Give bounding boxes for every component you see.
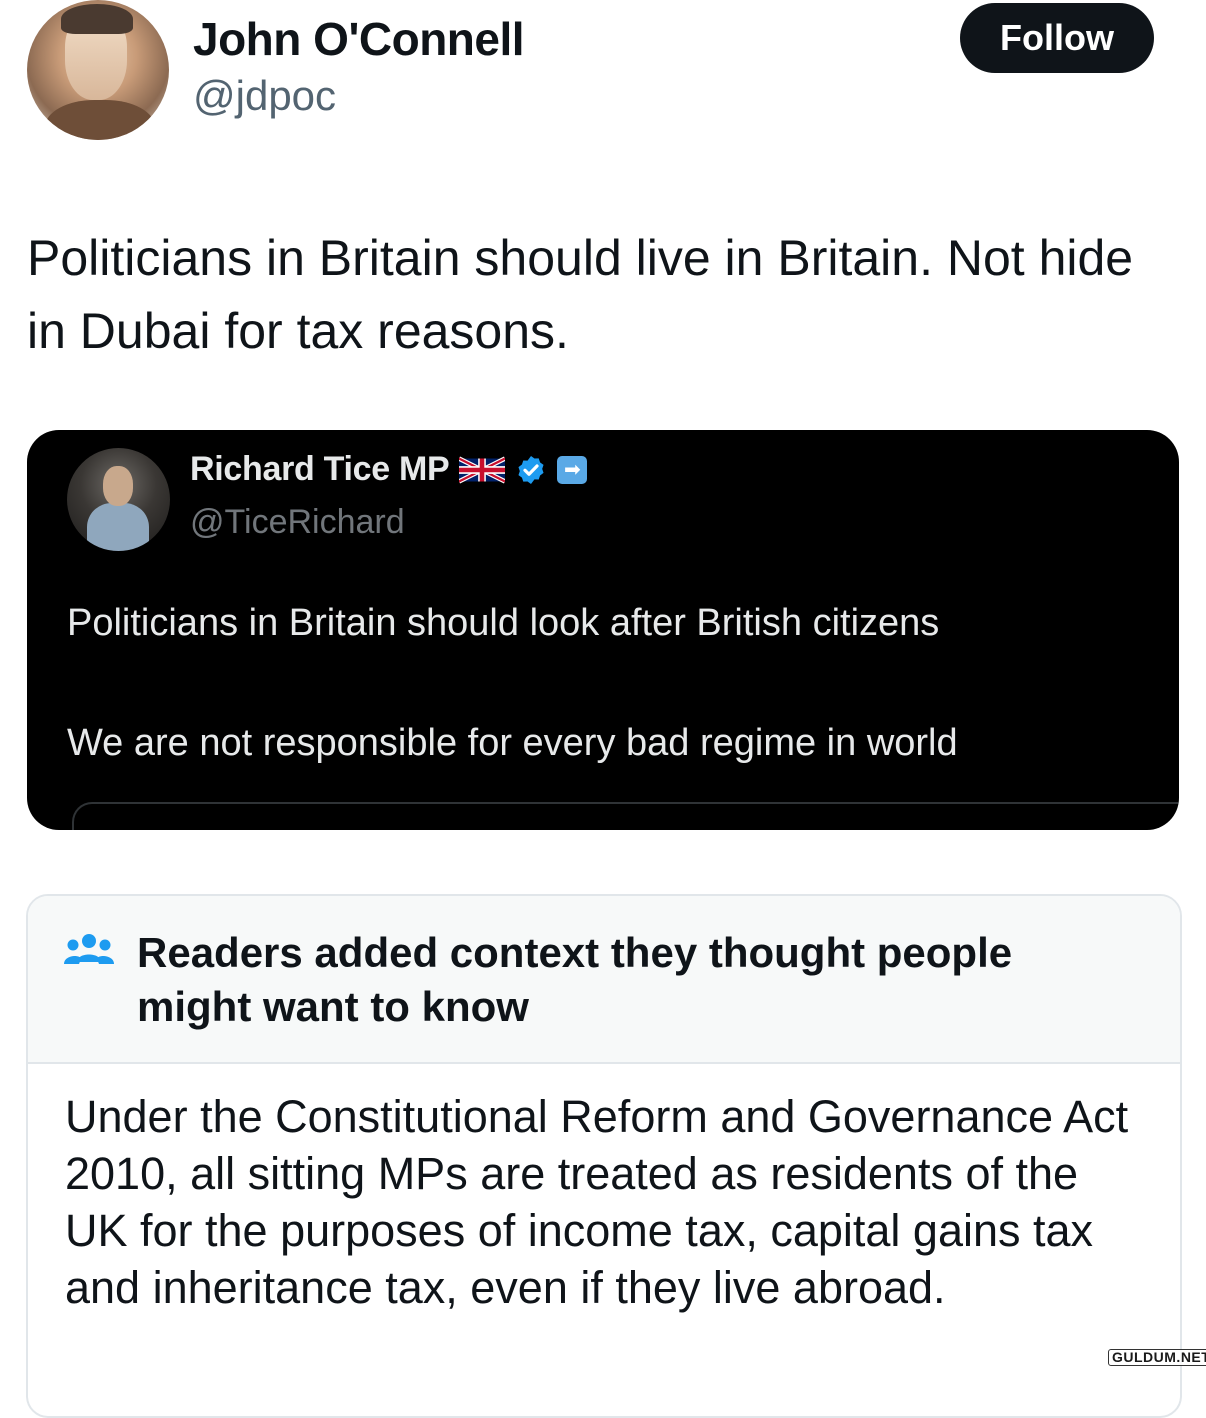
author-name[interactable]: John O'Connell — [193, 12, 525, 66]
community-note-title: Readers added context they thought peopl… — [137, 929, 1013, 1030]
author-handle[interactable]: @jdpoc — [193, 72, 336, 120]
quoted-tweet[interactable]: Richard Tice MP ➡ @TiceRichard Politicia… — [27, 430, 1179, 830]
quoted-avatar-head — [103, 466, 133, 506]
avatar-shirt — [45, 100, 155, 140]
arrow-badge-icon: ➡ — [557, 455, 588, 484]
verified-badge-icon — [518, 455, 544, 484]
uk-flag-icon — [459, 455, 506, 484]
quoted-name-row: Richard Tice MP ➡ — [190, 450, 588, 489]
people-icon — [64, 934, 114, 964]
author-avatar[interactable] — [27, 0, 169, 140]
watermark-logo: GULDUM.NET — [1108, 1349, 1206, 1366]
quoted-nested-card-edge — [72, 802, 1179, 830]
avatar-hair — [61, 4, 133, 34]
quoted-avatar-body — [87, 503, 149, 551]
follow-button[interactable]: Follow — [960, 3, 1154, 73]
community-note-body: Under the Constitutional Reform and Gove… — [65, 1091, 1129, 1313]
community-note: Readers added context they thought peopl… — [26, 894, 1182, 1418]
quoted-text-line-1: Politicians in Britain should look after… — [67, 602, 940, 644]
quoted-name[interactable]: Richard Tice MP — [190, 450, 450, 489]
quoted-handle[interactable]: @TiceRichard — [190, 503, 405, 542]
tweet-text: Politicians in Britain should live in Br… — [27, 230, 1134, 359]
community-note-header: Readers added context they thought peopl… — [28, 896, 1180, 1064]
quoted-text-line-2: We are not responsible for every bad reg… — [67, 722, 958, 764]
quoted-avatar[interactable] — [67, 448, 170, 551]
